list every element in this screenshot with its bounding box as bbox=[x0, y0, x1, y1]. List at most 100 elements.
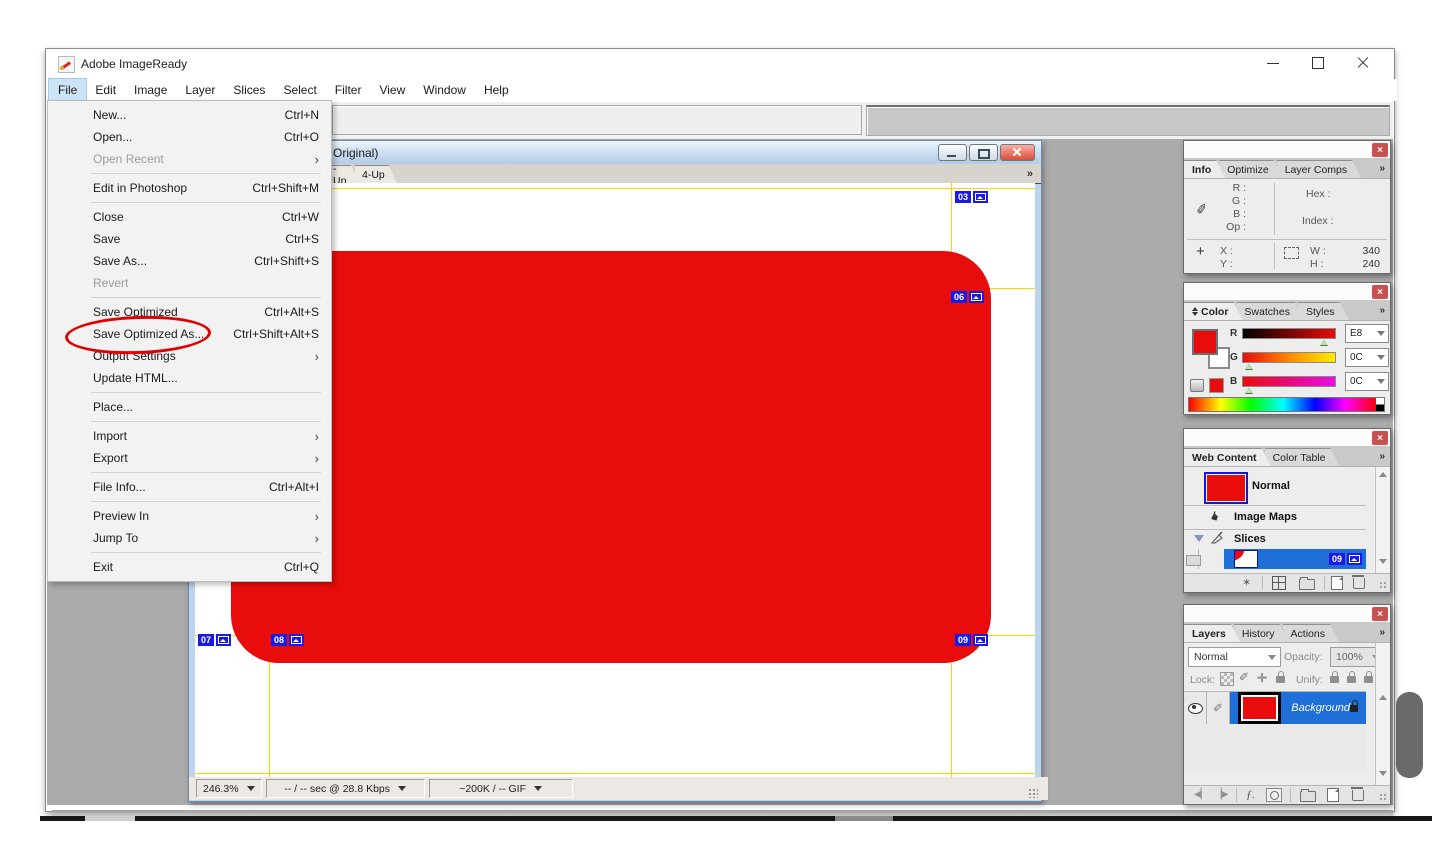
tab-color[interactable]: Color bbox=[1184, 302, 1242, 320]
new-layer-icon[interactable] bbox=[1327, 788, 1339, 802]
rollover-wand-icon[interactable] bbox=[1242, 576, 1251, 589]
visibility-cell[interactable] bbox=[1184, 692, 1207, 724]
menu-layer[interactable]: Layer bbox=[176, 79, 224, 101]
lock-all-icon[interactable] bbox=[1276, 676, 1285, 683]
menu-window[interactable]: Window bbox=[414, 79, 475, 101]
menu-item-open[interactable]: Open...Ctrl+O bbox=[48, 126, 331, 148]
maximize-icon[interactable] bbox=[1296, 49, 1341, 77]
slices-label[interactable]: Slices bbox=[1234, 533, 1266, 545]
palette-menu-icon[interactable] bbox=[1379, 163, 1385, 174]
palette-close-icon[interactable] bbox=[1372, 285, 1388, 299]
menu-item-close[interactable]: CloseCtrl+W bbox=[48, 206, 331, 228]
slice-label[interactable]: 03 bbox=[955, 190, 988, 203]
selected-slice-row[interactable]: 09 bbox=[1224, 549, 1366, 569]
edit-state-cell[interactable] bbox=[1207, 692, 1230, 724]
layer-thumbnail[interactable] bbox=[1238, 692, 1281, 724]
file-size-dropdown[interactable]: ~200K / -- GIF bbox=[429, 779, 573, 798]
slice-label[interactable]: 09 bbox=[955, 633, 988, 646]
menu-item-new[interactable]: New...Ctrl+N bbox=[48, 104, 331, 126]
tab-info[interactable]: Info bbox=[1184, 160, 1225, 178]
resize-grip-icon[interactable] bbox=[1028, 788, 1038, 798]
scroll-down-icon[interactable] bbox=[1379, 559, 1387, 564]
new-group-icon[interactable] bbox=[1299, 579, 1315, 590]
palette-titlebar[interactable] bbox=[1184, 605, 1390, 623]
resize-grip-icon[interactable] bbox=[1379, 793, 1388, 802]
scroll-up-icon[interactable] bbox=[1379, 695, 1387, 700]
layer-effects-icon[interactable] bbox=[1246, 787, 1255, 802]
menu-file[interactable]: File bbox=[49, 79, 86, 101]
expand-triangle-icon[interactable] bbox=[1194, 535, 1204, 542]
green-value-dropdown[interactable]: 0C bbox=[1345, 348, 1389, 367]
palette-titlebar[interactable] bbox=[1184, 283, 1390, 301]
doc-minimize-icon[interactable] bbox=[938, 144, 967, 161]
menu-select[interactable]: Select bbox=[274, 79, 325, 101]
menu-item-edit-in-photoshop[interactable]: Edit in PhotoshopCtrl+Shift+M bbox=[48, 177, 331, 199]
download-time-dropdown[interactable]: -- / -- sec @ 28.8 Kbps bbox=[266, 779, 425, 798]
palette-menu-icon[interactable] bbox=[1379, 627, 1385, 638]
new-item-icon[interactable] bbox=[1331, 576, 1343, 590]
palette-close-icon[interactable] bbox=[1372, 143, 1388, 157]
menu-item-save-as[interactable]: Save As...Ctrl+Shift+S bbox=[48, 250, 331, 272]
palette-menu-icon[interactable] bbox=[1379, 305, 1385, 316]
lock-pixels-icon[interactable] bbox=[1239, 670, 1249, 684]
unify-style-icon[interactable] bbox=[1364, 676, 1373, 683]
doc-restore-icon[interactable] bbox=[969, 144, 998, 161]
lock-transparency-icon[interactable] bbox=[1220, 672, 1234, 686]
menu-item-save[interactable]: SaveCtrl+S bbox=[48, 228, 331, 250]
blend-mode-dropdown[interactable]: Normal bbox=[1188, 647, 1281, 667]
minimize-icon[interactable] bbox=[1251, 49, 1296, 77]
tab-layer-comps[interactable]: Layer Comps bbox=[1277, 160, 1361, 178]
new-slice-icon[interactable] bbox=[1272, 576, 1286, 590]
scrollbar[interactable] bbox=[1375, 467, 1390, 573]
scrollbar[interactable] bbox=[1375, 643, 1390, 785]
scroll-up-icon[interactable] bbox=[1379, 472, 1387, 477]
tab-web-content[interactable]: Web Content bbox=[1184, 448, 1271, 466]
unify-position-icon[interactable] bbox=[1330, 676, 1339, 683]
menu-item-place[interactable]: Place... bbox=[48, 396, 331, 418]
spectrum-bw-swatches[interactable] bbox=[1376, 397, 1385, 412]
tab-color-table[interactable]: Color Table bbox=[1265, 448, 1340, 466]
palette-titlebar[interactable] bbox=[1184, 141, 1390, 159]
menu-item-preview-in[interactable]: Preview In bbox=[48, 505, 331, 527]
palette-close-icon[interactable] bbox=[1372, 431, 1388, 445]
menu-slices[interactable]: Slices bbox=[224, 79, 274, 101]
menu-item-export[interactable]: Export bbox=[48, 447, 331, 469]
palette-menu-icon[interactable] bbox=[1379, 451, 1385, 462]
resize-grip-icon[interactable] bbox=[1379, 581, 1388, 590]
web-safe-color-swatch[interactable] bbox=[1209, 378, 1224, 393]
green-slider[interactable] bbox=[1242, 352, 1336, 363]
slider-marker-icon[interactable] bbox=[1245, 363, 1253, 369]
trash-icon[interactable] bbox=[1352, 790, 1364, 801]
blue-value-dropdown[interactable]: 0C bbox=[1345, 372, 1389, 391]
zoom-level-dropdown[interactable]: 246.3% bbox=[196, 779, 262, 798]
menu-filter[interactable]: Filter bbox=[326, 79, 371, 101]
palette-titlebar[interactable] bbox=[1184, 429, 1390, 447]
menu-edit[interactable]: Edit bbox=[86, 79, 125, 101]
slider-marker-icon[interactable] bbox=[1320, 339, 1328, 345]
unify-visibility-icon[interactable] bbox=[1347, 676, 1356, 683]
menu-help[interactable]: Help bbox=[475, 79, 518, 101]
rollover-state-label[interactable]: Normal bbox=[1252, 480, 1290, 492]
trash-icon[interactable] bbox=[1353, 578, 1365, 589]
guide-horizontal[interactable] bbox=[195, 773, 1035, 774]
tab-swatches[interactable]: Swatches bbox=[1236, 302, 1304, 320]
new-group-icon[interactable] bbox=[1300, 791, 1316, 802]
menu-item-jump-to[interactable]: Jump To bbox=[48, 527, 331, 549]
foreground-color-swatch[interactable] bbox=[1192, 329, 1218, 355]
menu-item-exit[interactable]: ExitCtrl+Q bbox=[48, 556, 331, 578]
slider-marker-icon[interactable] bbox=[1245, 387, 1253, 393]
tab-history[interactable]: History bbox=[1234, 624, 1289, 642]
web-safe-cube-icon[interactable] bbox=[1190, 379, 1204, 392]
tab-4up[interactable]: 4-Up bbox=[355, 165, 397, 183]
red-slider[interactable] bbox=[1242, 328, 1336, 339]
selected-layer[interactable]: Background bbox=[1230, 692, 1366, 724]
tab-styles[interactable]: Styles bbox=[1298, 302, 1349, 320]
tab-overflow-icon[interactable] bbox=[1027, 168, 1033, 180]
app-titlebar[interactable]: Adobe ImageReady bbox=[46, 49, 1394, 79]
color-spectrum-bar[interactable] bbox=[1188, 397, 1378, 412]
menu-item-import[interactable]: Import bbox=[48, 425, 331, 447]
slice-label[interactable]: 08 bbox=[271, 633, 304, 646]
scroll-down-icon[interactable] bbox=[1379, 771, 1387, 776]
menu-item-file-info[interactable]: File Info...Ctrl+Alt+I bbox=[48, 476, 331, 498]
menu-item-update-html[interactable]: Update HTML... bbox=[48, 367, 331, 389]
